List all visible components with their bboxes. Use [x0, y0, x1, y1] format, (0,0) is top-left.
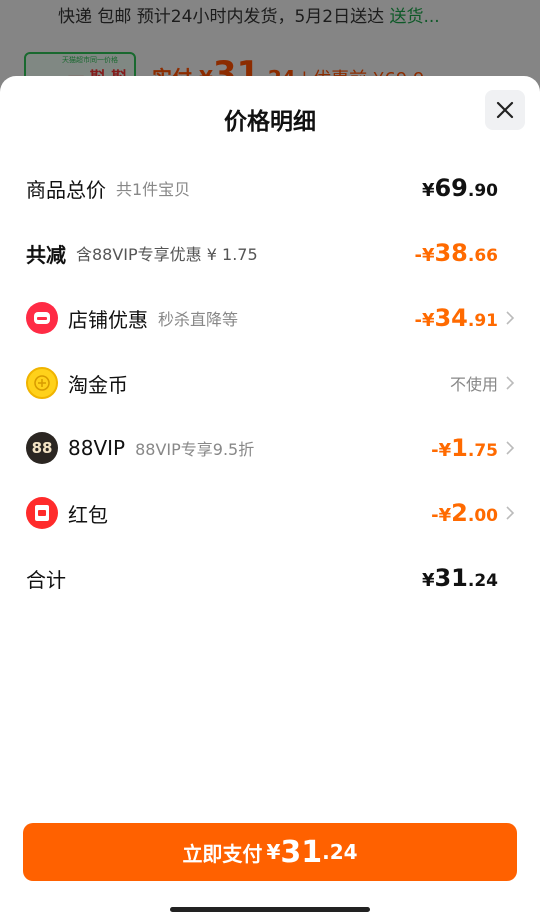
row-store-discount[interactable]: 店铺优惠 秒杀直降等 -¥34.91 [26, 296, 516, 340]
row-taojinbi[interactable]: 淘金币 不使用 [26, 361, 516, 405]
vip-discount-amount: -¥1.75 [431, 434, 498, 462]
sheet-title: 价格明细 [224, 109, 316, 135]
row-total-discount: 共减 含88VIP专享优惠 ¥ 1.75 -¥38.66 [26, 239, 498, 267]
grand-total-amount: ¥31.24 [421, 564, 498, 592]
row-88vip[interactable]: 88 88VIP 88VIP专享9.5折 -¥1.75 [26, 426, 516, 470]
row-red-packet[interactable]: 红包 -¥2.00 [26, 491, 516, 535]
red-packet-amount: -¥2.00 [431, 499, 498, 527]
chevron-right-icon [506, 311, 515, 325]
chevron-right-icon [506, 441, 515, 455]
chevron-right-icon [506, 376, 515, 390]
red-packet-icon [26, 497, 58, 529]
chevron-right-icon [506, 506, 515, 520]
store-discount-amount: -¥34.91 [414, 304, 498, 332]
total-discount-amount: -¥38.66 [414, 239, 498, 267]
close-icon [496, 101, 514, 119]
close-button[interactable] [485, 90, 525, 130]
coin-icon [26, 367, 58, 399]
store-icon [26, 302, 58, 334]
coin-status: 不使用 [449, 375, 498, 394]
row-item-total: 商品总价 共1件宝贝 ¥69.90 [26, 174, 498, 202]
item-total-amount: ¥69.90 [421, 174, 498, 202]
price-detail-sheet: 价格明细 商品总价 共1件宝贝 ¥69.90 共减 含88VIP专享优惠 ¥ 1… [0, 76, 540, 921]
pay-now-button[interactable]: 立即支付 ¥ 31 .24 [23, 823, 517, 881]
vip-88-icon: 88 [26, 432, 58, 464]
row-grand-total: 合计 ¥31.24 [26, 564, 498, 592]
home-indicator[interactable] [170, 907, 370, 912]
